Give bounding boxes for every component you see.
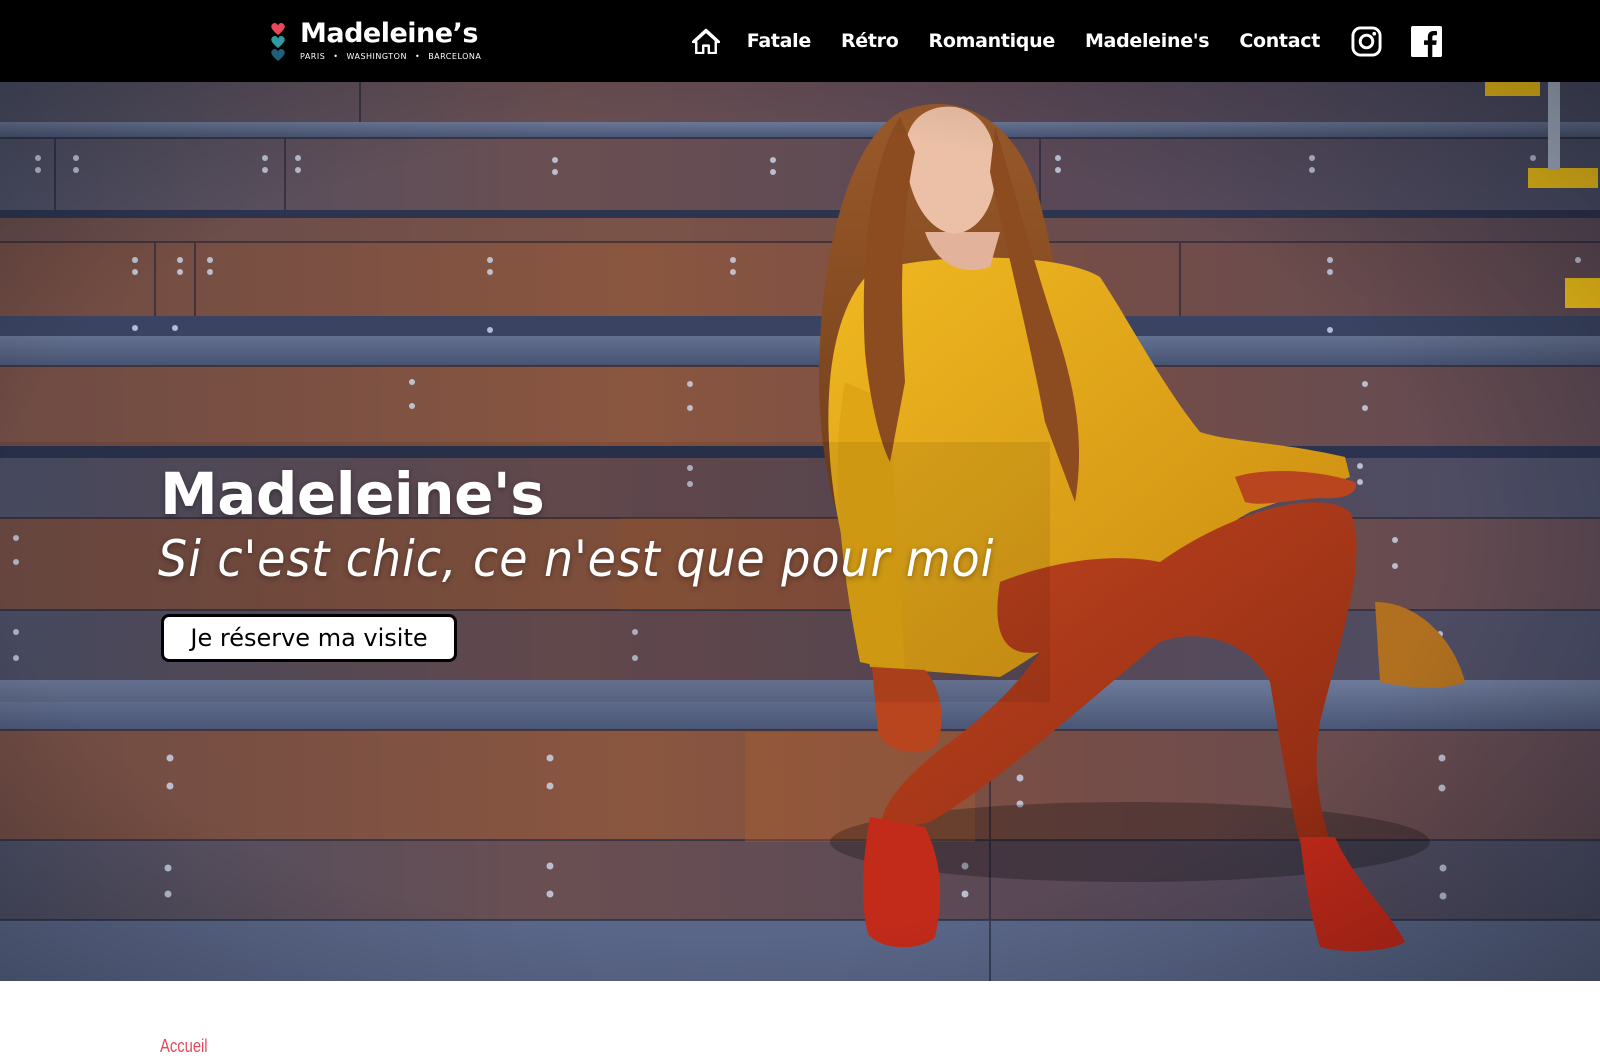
nav-item-fatale[interactable]: Fatale <box>747 30 812 52</box>
hero-title: Madeleine's <box>160 460 545 528</box>
logo-separator: • <box>414 52 421 61</box>
main-nav: Fatale Rétro Romantique Madeleine's Cont… <box>691 0 1442 82</box>
hearts-logo-icon <box>271 23 285 61</box>
logo-name: Madeleine’s <box>300 18 478 49</box>
nav-item-madeleines[interactable]: Madeleine's <box>1085 30 1210 52</box>
instagram-link[interactable] <box>1350 25 1382 57</box>
site-header: Madeleine’s PARIS • WASHINGTON • BARCELONA F… <box>0 0 1600 82</box>
hero-banner: Madeleine's Si c'est chic, ce n'est que … <box>0 82 1600 981</box>
logo-separator: • <box>333 52 339 61</box>
nav-item-romantique[interactable]: Romantique <box>928 30 1055 52</box>
book-visit-button[interactable]: Je réserve ma visite <box>161 614 457 662</box>
logo-cities: PARIS • WASHINGTON • BARCELONA <box>300 52 481 61</box>
logo-city: BARCELONA <box>428 52 482 61</box>
nav-item-retro[interactable]: Rétro <box>841 30 899 52</box>
facebook-link[interactable] <box>1410 25 1442 57</box>
instagram-icon <box>1350 25 1382 57</box>
logo-city: PARIS <box>300 52 326 61</box>
facebook-icon <box>1410 25 1442 57</box>
hero-tagline: Si c'est chic, ce n'est que pour moi <box>158 530 995 588</box>
nav-home-link[interactable] <box>691 26 721 56</box>
logo[interactable]: Madeleine’s PARIS • WASHINGTON • BARCELONA <box>270 16 481 68</box>
home-icon <box>691 28 720 54</box>
nav-item-contact[interactable]: Contact <box>1239 30 1320 52</box>
logo-city: WASHINGTON <box>346 52 407 61</box>
breadcrumb-home[interactable]: Accueil <box>160 1036 208 1056</box>
